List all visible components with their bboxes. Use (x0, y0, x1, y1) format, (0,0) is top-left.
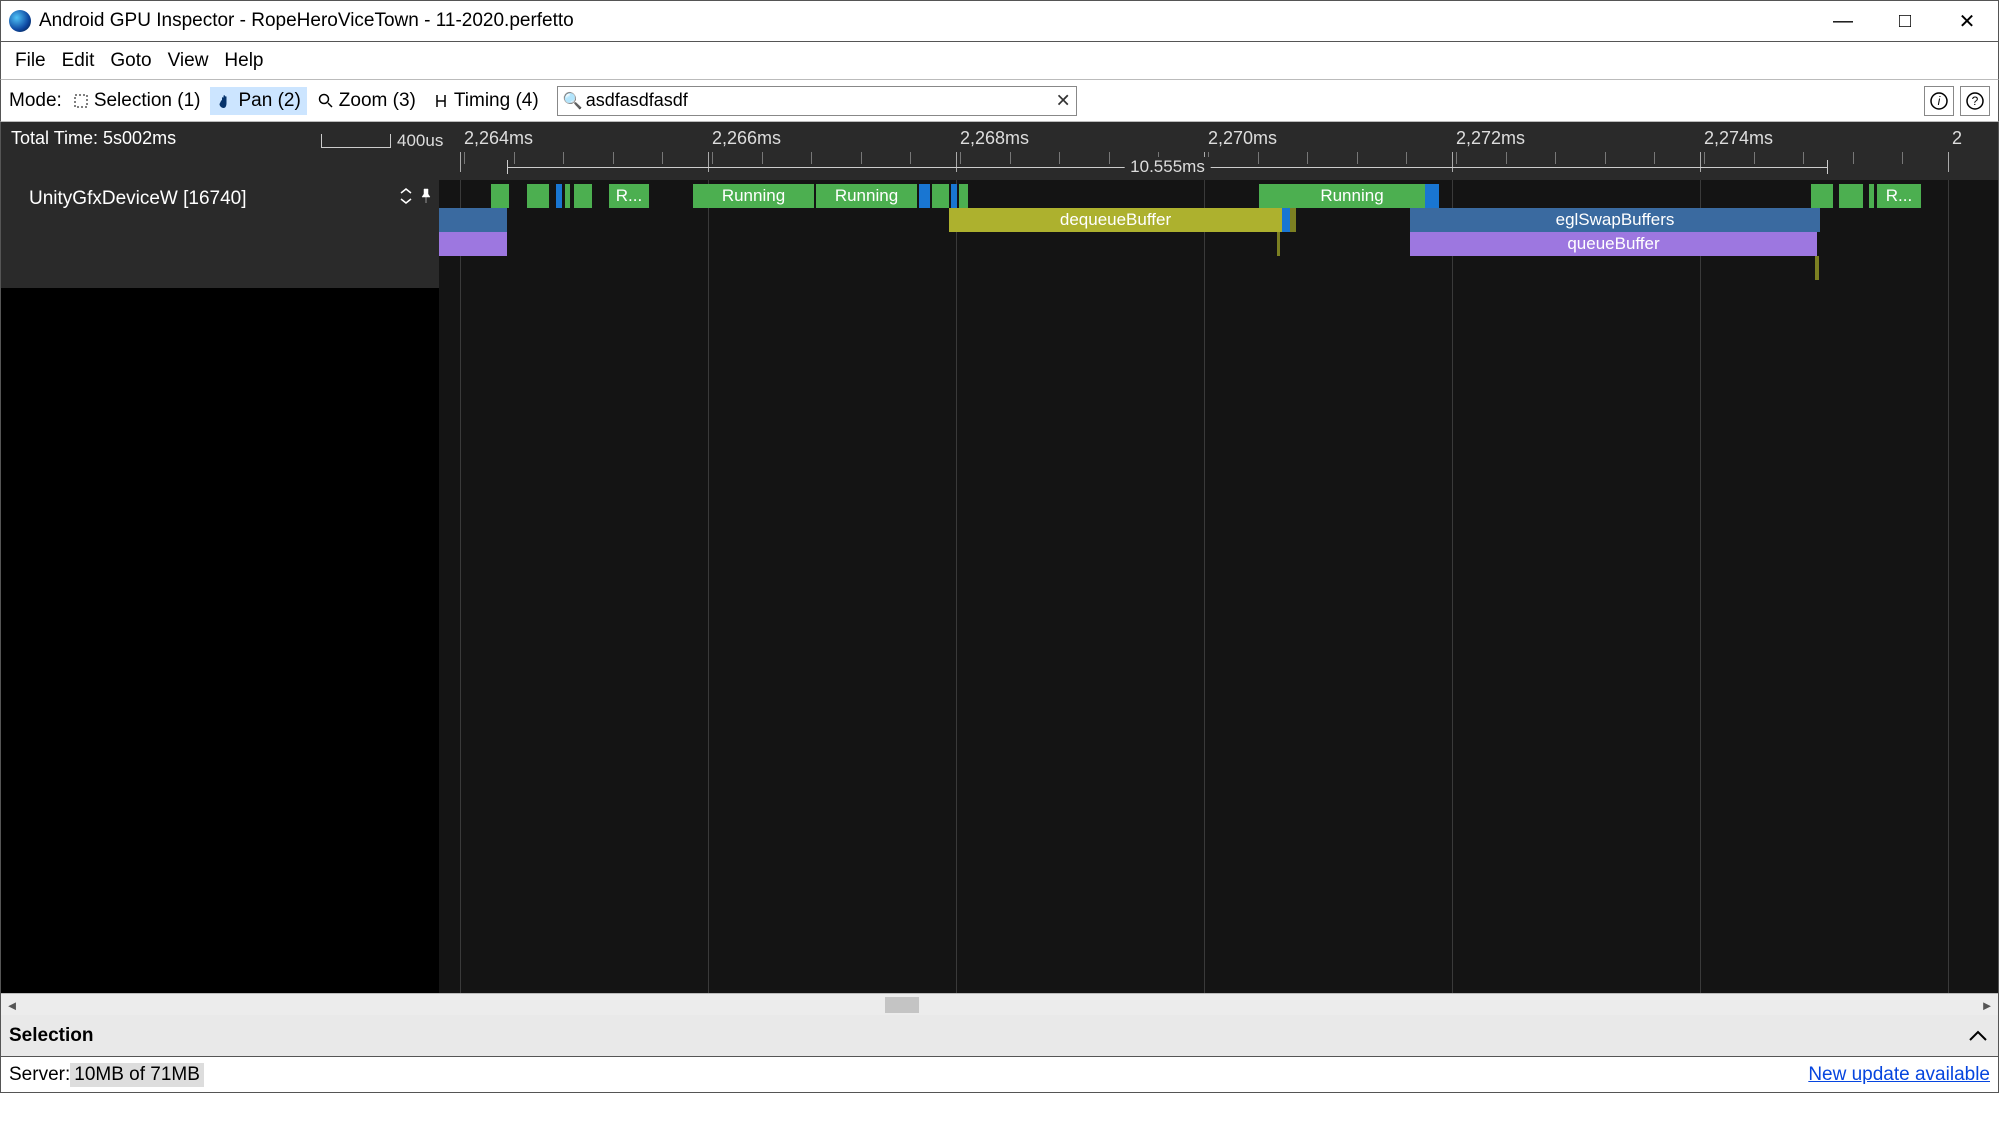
collapse-icon[interactable] (399, 188, 413, 204)
scale-indicator: 400us (321, 132, 443, 150)
trace-slice[interactable] (919, 184, 930, 208)
track-name-label: UnityGfxDeviceW [16740] (29, 188, 247, 210)
mode-timing-label: Timing (4) (454, 90, 539, 112)
maximize-button[interactable]: □ (1874, 0, 1936, 42)
trace-slice[interactable] (1811, 184, 1833, 208)
selection-icon (72, 92, 90, 110)
trace-slice[interactable] (527, 184, 549, 208)
trace-slice[interactable]: queueBuffer (1410, 232, 1817, 256)
window-controls: — □ ✕ (1812, 0, 1998, 42)
svg-text:?: ? (1972, 94, 1979, 108)
trace-slice[interactable] (1869, 184, 1874, 208)
range-indicator: 10.555ms (507, 158, 1828, 176)
trace-slice[interactable] (1259, 184, 1279, 208)
window-title: Android GPU Inspector - RopeHeroViceTown… (39, 10, 574, 32)
trace-slice[interactable] (491, 184, 509, 208)
trace-slice[interactable] (1425, 184, 1439, 208)
menu-view[interactable]: View (160, 46, 217, 76)
scroll-left-icon[interactable]: ◄ (1, 994, 23, 1016)
time-tick-label: 2 (1952, 128, 1962, 149)
mode-timing-button[interactable]: Timing (4) (426, 87, 545, 115)
selection-title: Selection (9, 1025, 93, 1047)
track-controls (399, 188, 433, 204)
trace-slice[interactable] (959, 184, 968, 208)
chevron-up-icon[interactable] (1968, 1029, 1988, 1043)
mode-selection-label: Selection (1) (94, 90, 201, 112)
time-tick-label: 2,272ms (1456, 128, 1525, 149)
total-time-label: Total Time: 5s002ms (11, 128, 176, 149)
trace-slice[interactable] (439, 208, 507, 232)
server-memory-value: 10MB of 71MB (70, 1063, 204, 1087)
mode-label: Mode: (9, 90, 62, 112)
trace-slice[interactable]: Running (816, 184, 917, 208)
svg-text:i: i (1938, 94, 1941, 108)
time-ruler[interactable]: Total Time: 5s002ms 400us 2,264ms 2,266ms… (1, 122, 1998, 180)
trace-slice[interactable] (1839, 184, 1863, 208)
mode-pan-label: Pan (2) (238, 90, 300, 112)
trace-slice[interactable]: dequeueBuffer (949, 208, 1282, 232)
search-wrap: 🔍 ✕ (557, 86, 1077, 116)
zoom-icon (317, 92, 335, 110)
trace-slice[interactable] (932, 184, 949, 208)
range-label: 10.555ms (1124, 157, 1211, 177)
selection-panel[interactable]: Selection (0, 1015, 1999, 1057)
trace-slice[interactable]: Running (693, 184, 814, 208)
trace-slice[interactable] (1282, 208, 1290, 232)
trace-slice[interactable]: R... (1877, 184, 1921, 208)
horizontal-scrollbar[interactable]: ◄ ► (1, 993, 1998, 1015)
trace-slice[interactable] (565, 184, 570, 208)
trace-slice[interactable]: R... (609, 184, 649, 208)
trace-area[interactable]: Total Time: 5s002ms 400us 2,264ms 2,266ms… (0, 122, 1999, 1015)
trace-slice[interactable] (1815, 256, 1819, 280)
trace-slice[interactable] (951, 184, 957, 208)
app-icon (9, 10, 31, 32)
scale-unit-label: 400us (397, 131, 443, 151)
time-tick-label: 2,264ms (464, 128, 533, 149)
server-label: Server: (9, 1064, 70, 1086)
trace-slice[interactable] (1277, 232, 1280, 256)
trace-slice[interactable] (1290, 208, 1296, 232)
mode-toolbar: Mode: Selection (1) Pan (2) Zoom (3) Tim… (0, 80, 1999, 122)
time-tick-label: 2,274ms (1704, 128, 1773, 149)
mode-selection-button[interactable]: Selection (1) (66, 87, 207, 115)
trace-slice[interactable] (439, 232, 507, 256)
time-tick-label: 2,270ms (1208, 128, 1277, 149)
time-tick-label: 2,266ms (712, 128, 781, 149)
pin-icon[interactable] (419, 188, 433, 204)
mode-zoom-button[interactable]: Zoom (3) (311, 87, 422, 115)
menu-file[interactable]: File (7, 46, 54, 76)
trace-slice[interactable]: eglSwapBuffers (1410, 208, 1820, 232)
help-button[interactable]: ? (1960, 86, 1990, 116)
menu-bar: File Edit Goto View Help (0, 42, 1999, 80)
time-tick-label: 2,268ms (960, 128, 1029, 149)
help-icons: i ? (1924, 86, 1990, 116)
scale-bracket (321, 134, 391, 148)
clear-search-icon[interactable]: ✕ (1056, 90, 1071, 111)
menu-help[interactable]: Help (216, 46, 271, 76)
scrollbar-thumb[interactable] (885, 997, 919, 1013)
status-bar: Server: 10MB of 71MB New update availabl… (0, 1057, 1999, 1093)
trace-slice[interactable]: Running (1279, 184, 1425, 208)
info-button[interactable]: i (1924, 86, 1954, 116)
trace-slice[interactable] (574, 184, 592, 208)
minimize-button[interactable]: — (1812, 0, 1874, 42)
hand-icon (216, 92, 234, 110)
tracks-canvas[interactable]: R...RunningRunningRunningR...dequeueBuff… (439, 180, 1998, 1015)
search-input[interactable] (557, 86, 1077, 116)
track-header[interactable]: UnityGfxDeviceW [16740] (1, 180, 439, 288)
mode-zoom-label: Zoom (3) (339, 90, 416, 112)
mode-pan-button[interactable]: Pan (2) (210, 87, 306, 115)
update-link[interactable]: New update available (1808, 1064, 1990, 1086)
close-button[interactable]: ✕ (1936, 0, 1998, 42)
menu-goto[interactable]: Goto (102, 46, 159, 76)
title-bar: Android GPU Inspector - RopeHeroViceTown… (0, 0, 1999, 42)
menu-edit[interactable]: Edit (54, 46, 103, 76)
trace-slice[interactable] (556, 184, 562, 208)
timing-icon (432, 92, 450, 110)
scroll-right-icon[interactable]: ► (1976, 994, 1998, 1016)
